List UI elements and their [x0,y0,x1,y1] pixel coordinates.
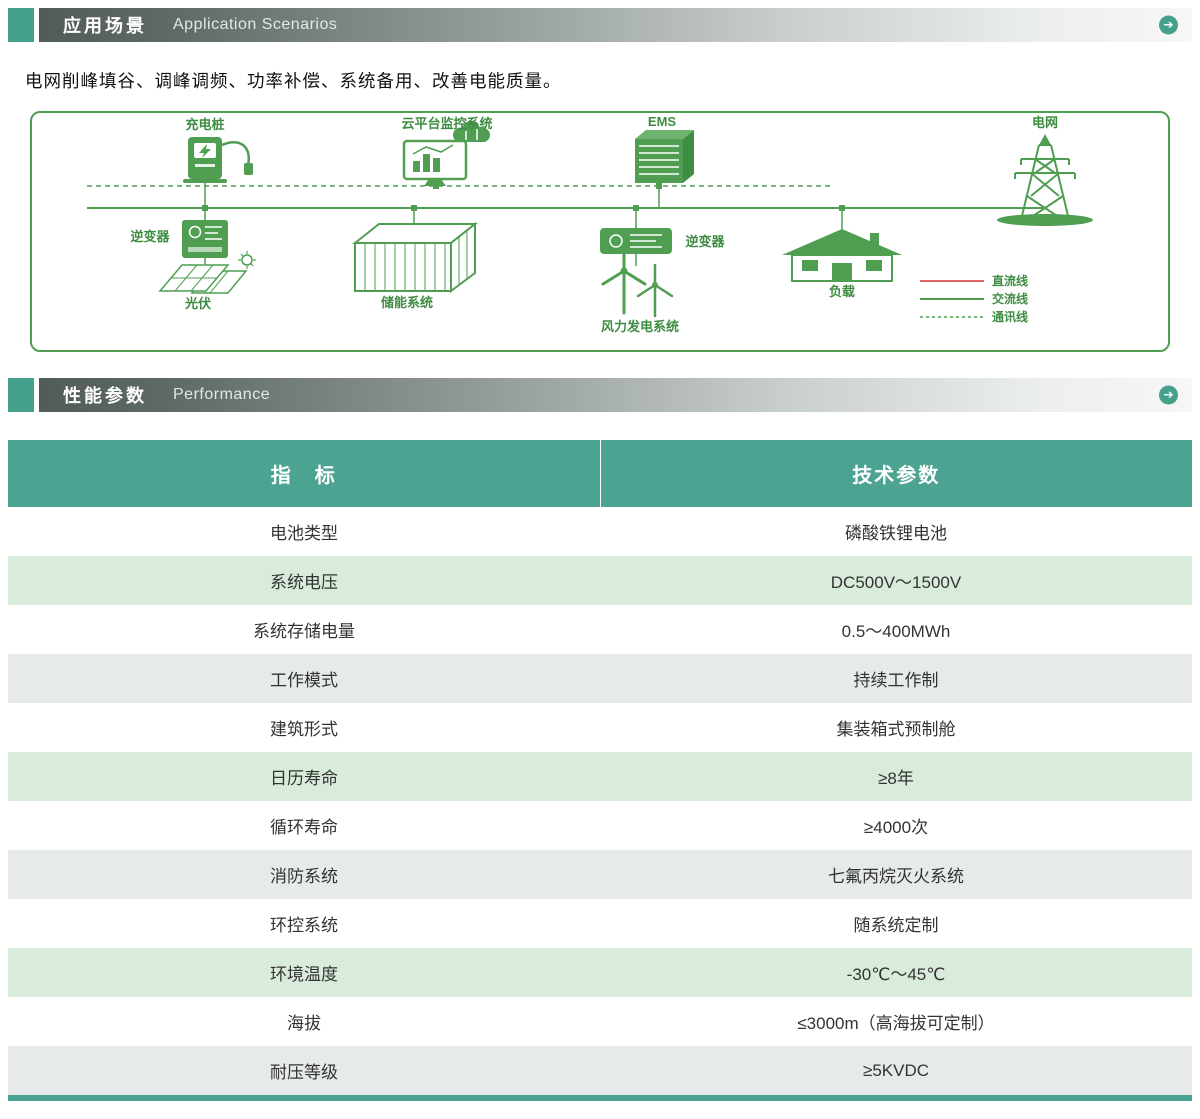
row-label: 消防系统 [8,850,600,899]
row-value: ≥5KVDC [600,1046,1192,1095]
label-cloud-platform: 云平台监控系统 [401,116,492,131]
junction-nodes [202,183,845,211]
row-label: 环控系统 [8,899,600,948]
label-inverter-left: 逆变器 [130,229,170,244]
charging-pile-icon [183,137,253,183]
banner-bar: 性能参数 Performance ➔ [39,378,1192,412]
grid-tower-icon [997,134,1093,226]
row-value: -30℃～45℃ [600,948,1192,997]
application-summary-text: 电网削峰填谷、调峰调频、功率补偿、系统备用、改善电能质量。 [25,68,1200,93]
arrow-circle-icon[interactable]: ➔ [1159,16,1178,35]
row-value: 七氟丙烷灭火系统 [600,850,1192,899]
label-inverter-right: 逆变器 [685,234,725,249]
row-value: ≤3000m（高海拔可定制） [600,997,1192,1046]
row-label: 耐压等级 [8,1046,600,1095]
load-house-icon [782,229,902,281]
table-row: 工作模式 持续工作制 [8,654,1192,703]
row-label: 工作模式 [8,654,600,703]
banner-bar: 应用场景 Application Scenarios ➔ [39,8,1192,42]
banner-accent-square [8,378,34,412]
label-grid: 电网 [1032,115,1058,130]
section-title-zh: 应用场景 [63,12,147,38]
storage-container-icon [355,224,475,291]
row-value: ≥8年 [600,752,1192,801]
row-value: ≥4000次 [600,801,1192,850]
row-value: 0.5～400MWh [600,605,1192,654]
label-ems: EMS [648,114,677,129]
row-value: 随系统定制 [600,899,1192,948]
section-title-en: Performance [173,386,270,404]
table-row: 建筑形式 集装箱式预制舱 [8,703,1192,752]
table-row: 环控系统 随系统定制 [8,899,1192,948]
row-label: 电池类型 [8,507,600,556]
table-row: 日历寿命 ≥8年 [8,752,1192,801]
label-storage-system: 储能系统 [380,295,433,310]
col-header-indicator: 指 标 [8,440,600,507]
row-label: 系统存储电量 [8,605,600,654]
label-legend-dc: 直流线 [992,273,1028,288]
section-title-zh: 性能参数 [63,382,147,408]
label-wind-system: 风力发电系统 [601,319,679,334]
row-label: 日历寿命 [8,752,600,801]
table-row: 环境温度 -30℃～45℃ [8,948,1192,997]
arrow-circle-icon[interactable]: ➔ [1159,386,1178,405]
section-banner-performance: 性能参数 Performance ➔ [8,378,1192,412]
table-row: 消防系统 七氟丙烷灭火系统 [8,850,1192,899]
col-header-parameter: 技术参数 [600,440,1192,507]
row-value: 磷酸铁锂电池 [600,507,1192,556]
label-legend-ac: 交流线 [992,291,1028,306]
label-load: 负载 [829,284,855,299]
table-row: 海拔 ≤3000m（高海拔可定制） [8,997,1192,1046]
wind-turbine-icon [603,247,672,316]
ems-icon [635,130,694,183]
table-row: 系统存储电量 0.5～400MWh [8,605,1192,654]
banner-accent-square [8,8,34,42]
table-row: 耐压等级 ≥5KVDC [8,1046,1192,1095]
row-label: 循环寿命 [8,801,600,850]
row-value: DC500V～1500V [600,556,1192,605]
inverter-right-icon [600,228,672,254]
inverter-left-icon [182,220,228,258]
row-label: 海拔 [8,997,600,1046]
performance-table: 指 标 技术参数 电池类型 磷酸铁锂电池 系统电压 DC500V～1500V 系… [8,440,1192,1095]
application-diagram-frame: 充电桩 云平台监控系统 [30,111,1170,352]
row-value: 集装箱式预制舱 [600,703,1192,752]
label-legend-comm: 通讯线 [992,309,1028,324]
row-label: 系统电压 [8,556,600,605]
section-title-en: Application Scenarios [173,16,337,34]
table-row: 电池类型 磷酸铁锂电池 [8,507,1192,556]
table-row: 系统电压 DC500V～1500V [8,556,1192,605]
label-charging-pile: 充电桩 [185,117,224,132]
row-label: 建筑形式 [8,703,600,752]
application-diagram: 充电桩 云平台监控系统 [32,113,1168,350]
diagram-legend: 直流线 交流线 通讯线 [920,273,1028,324]
table-header-row: 指 标 技术参数 [8,440,1192,507]
row-value: 持续工作制 [600,654,1192,703]
connector-lines [205,179,842,266]
section-banner-application: 应用场景 Application Scenarios ➔ [8,8,1192,42]
label-pv: 光伏 [184,296,211,311]
performance-table-wrap: 指 标 技术参数 电池类型 磷酸铁锂电池 系统电压 DC500V～1500V 系… [8,440,1192,1101]
row-label: 环境温度 [8,948,600,997]
table-row: 循环寿命 ≥4000次 [8,801,1192,850]
